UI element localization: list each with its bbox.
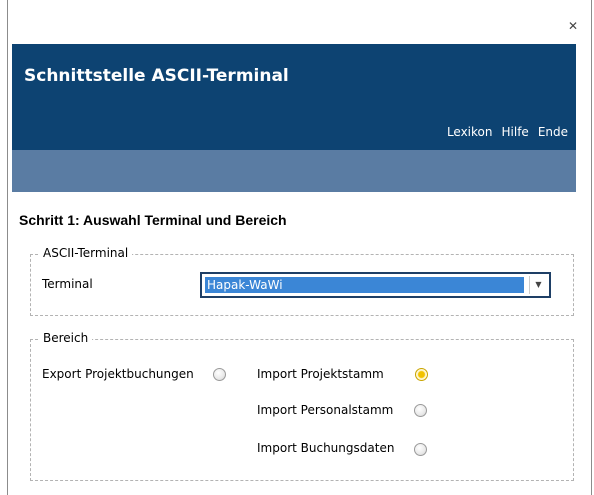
import-buchungsdaten-radio[interactable] <box>414 443 427 456</box>
page-title: Schnittstelle ASCII-Terminal <box>24 66 289 86</box>
title-bar: ✕ <box>8 0 591 44</box>
import-personalstamm-radio[interactable] <box>414 404 427 417</box>
export-projektbuchungen-radio[interactable] <box>213 368 226 381</box>
import-buchungsdaten-label: Import Buchungsdaten <box>257 441 395 455</box>
chevron-down-icon[interactable]: ▼ <box>529 276 547 294</box>
bereich-group-legend: Bereich <box>39 331 93 345</box>
lexikon-link[interactable]: Lexikon <box>447 125 493 139</box>
import-projektstamm-radio[interactable] <box>415 368 428 381</box>
close-icon[interactable]: ✕ <box>567 20 579 32</box>
hilfe-link[interactable]: Hilfe <box>502 125 529 139</box>
ende-link[interactable]: Ende <box>538 125 568 139</box>
import-projektstamm-label: Import Projektstamm <box>257 367 384 381</box>
terminal-select-value: Hapak-WaWi <box>205 277 524 293</box>
header-banner: Schnittstelle ASCII-Terminal Lexikon Hilf… <box>12 44 576 150</box>
subheader-bar <box>12 150 576 192</box>
terminal-group-legend: ASCII-Terminal <box>39 246 133 260</box>
header-links: Lexikon Hilfe Ende <box>438 125 568 139</box>
export-projektbuchungen-label: Export Projektbuchungen <box>42 367 194 381</box>
terminal-label: Terminal <box>42 277 93 291</box>
terminal-select[interactable]: Hapak-WaWi ▼ <box>200 272 551 298</box>
step-title: Schritt 1: Auswahl Terminal und Bereich <box>19 212 287 228</box>
import-personalstamm-label: Import Personalstamm <box>257 403 394 417</box>
